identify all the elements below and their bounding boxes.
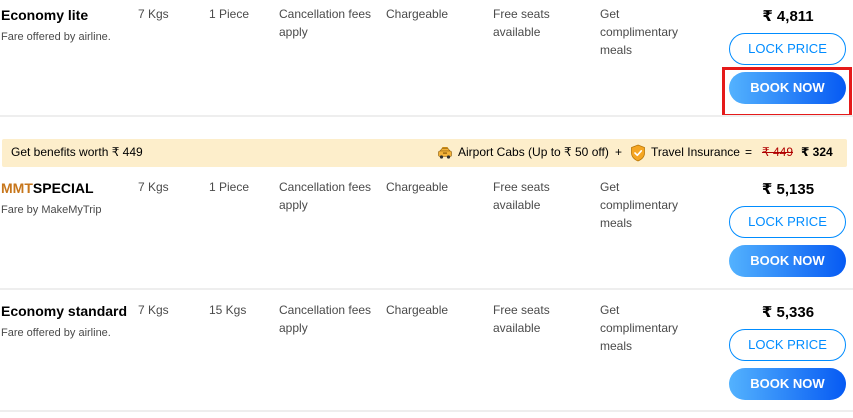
fare-row-economy-lite: Economy lite Fare offered by airline. 7 … [0,0,853,117]
old-price: ₹ 449 [762,145,793,159]
checkin-baggage: 15 Kgs [209,303,247,317]
fare-price: ₹ 4,811 [762,8,814,25]
cancellation-info: Cancellation fees apply [279,180,372,212]
seats-info: Free seats available [493,303,550,335]
date-change-info: Chargeable [386,180,449,194]
fare-price: ₹ 5,336 [761,304,815,321]
fare-name: Economy lite [1,7,89,23]
shield-check-icon [631,144,645,162]
fare-options-panel: Economy lite Fare offered by airline. 7 … [0,0,853,418]
divider [0,288,853,290]
date-change-info: Chargeable [386,303,449,317]
plus-sign: + [615,145,623,159]
meals-info: Get complimentary meals [600,303,679,353]
cancellation-info: Cancellation fees apply [279,7,372,39]
mmt-logo-prefix: MMT [1,180,33,196]
highlight-box [722,67,852,117]
fare-price: ₹ 5,135 [761,181,815,198]
cabin-baggage: 7 Kgs [138,180,169,194]
fare-name: Economy standard [1,303,128,319]
cabin-baggage: 7 Kgs [138,7,169,21]
fare-subtitle: Fare offered by airline. [1,31,111,43]
insurance-benefit-label: Travel Insurance [651,145,740,159]
meals-info: Get complimentary meals [600,7,679,57]
checkin-baggage: 1 Piece [209,180,250,194]
divider [0,410,853,412]
lock-price-button[interactable]: LOCK PRICE [729,329,846,361]
seats-info: Free seats available [493,7,550,39]
date-change-info: Chargeable [386,7,449,21]
fare-subtitle: Fare offered by airline. [1,327,111,339]
seats-info: Free seats available [493,180,550,212]
meals-info: Get complimentary meals [600,180,679,230]
mmt-logo-suffix: SPECIAL [32,180,94,196]
divider [0,115,853,117]
discounted-price: ₹ 324 [801,145,833,159]
fare-row-economy-standard: Economy standard Fare offered by airline… [0,296,853,414]
equals-sign: = [745,145,753,159]
fare-subtitle: Fare by MakeMyTrip [1,204,102,216]
checkin-baggage: 1 Piece [209,7,250,21]
fare-row-mmt-special: MMTSPECIAL Fare by MakeMyTrip 7 Kgs 1 Pi… [0,173,853,289]
cabin-baggage: 7 Kgs [138,303,169,317]
cab-benefit-label: Airport Cabs (Up to ₹ 50 off) [458,145,609,159]
book-now-button[interactable]: BOOK NOW [729,368,846,400]
taxi-icon [438,147,452,159]
lock-price-button[interactable]: LOCK PRICE [729,33,846,65]
benefits-title: Get benefits worth ₹ 449 [11,145,143,159]
book-now-button[interactable]: BOOK NOW [729,245,846,277]
mmt-special-logo: MMTSPECIAL [1,180,94,196]
benefits-banner: Get benefits worth ₹ 449 Airport Cabs (U… [2,139,847,167]
cancellation-info: Cancellation fees apply [279,303,372,335]
lock-price-button[interactable]: LOCK PRICE [729,206,846,238]
